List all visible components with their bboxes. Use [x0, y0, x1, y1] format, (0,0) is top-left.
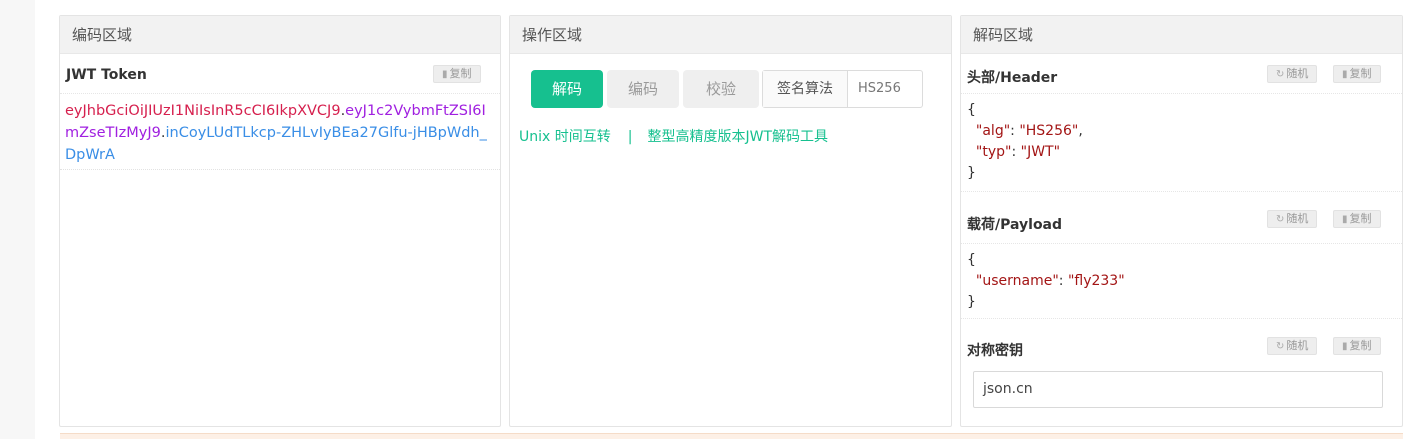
encode-panel-title: 编码区域 [60, 16, 500, 54]
random-header-button[interactable]: ↻ 随机 [1267, 65, 1318, 83]
copy-header-label: 复制 [1349, 67, 1372, 80]
random-header-label: 随机 [1286, 67, 1309, 80]
clipboard-icon: ▮ [1342, 214, 1348, 225]
jwt-token-input[interactable]: eyJhbGciOiJIUzI1NiIsInR5cCI6IkpXVCJ9.eyJ… [60, 94, 500, 170]
payload-label: 载荷/Payload [967, 217, 1063, 233]
verify-button[interactable]: 校验 [683, 70, 759, 108]
username-value: "fly233" [1067, 273, 1125, 289]
header-json-open: { [967, 102, 976, 118]
refresh-icon: ↻ [1276, 69, 1285, 80]
typ-value: "JWT" [1020, 144, 1061, 160]
header-json-close: } [967, 165, 976, 181]
header-json-typ: "typ": "JWT" [975, 144, 1061, 160]
random-payload-button[interactable]: ↻ 随机 [1267, 210, 1318, 228]
link-separator: | [627, 129, 633, 145]
copy-payload-label: 复制 [1349, 212, 1372, 225]
operation-panel-title: 操作区域 [510, 16, 951, 54]
jwt-token-header: JWT Token ▮ 复制 [60, 54, 500, 94]
unix-time-link[interactable]: Unix 时间互转 [519, 129, 611, 145]
algorithm-selector[interactable]: 签名算法 HS256 [762, 70, 923, 108]
copy-token-button[interactable]: ▮ 复制 [433, 65, 481, 83]
algorithm-label: 签名算法 [763, 71, 848, 107]
header-section-head: 头部/Header ↻ 随机 ▮ 复制 [961, 54, 1402, 94]
token-header-segment: eyJhbGciOiJIUzI1NiIsInR5cCI6IkpXVCJ9 [65, 103, 341, 119]
payload-json-close: } [967, 294, 976, 310]
copy-header-button[interactable]: ▮ 复制 [1333, 65, 1381, 83]
bottom-notice-bar [60, 433, 1403, 439]
algorithm-value[interactable]: HS256 [858, 71, 901, 107]
payload-json-open: { [967, 252, 976, 268]
typ-key: "typ" [975, 144, 1012, 160]
clipboard-icon: ▮ [1342, 341, 1348, 352]
secret-section-head: 对称密钥 ↻ 随机 ▮ 复制 [961, 319, 1402, 369]
copy-secret-label: 复制 [1349, 339, 1372, 352]
random-payload-label: 随机 [1286, 212, 1309, 225]
encode-panel: 编码区域 JWT Token ▮ 复制 eyJhbGciOiJIUzI1NiIsI… [59, 15, 501, 427]
page-left-strip [0, 0, 35, 439]
copy-token-label: 复制 [449, 67, 472, 80]
refresh-icon: ↻ [1276, 214, 1285, 225]
refresh-icon: ↻ [1276, 341, 1285, 352]
decode-panel-title: 解码区域 [961, 16, 1402, 54]
copy-payload-button[interactable]: ▮ 复制 [1333, 210, 1381, 228]
clipboard-icon: ▮ [442, 69, 448, 80]
payload-json-editor[interactable]: { "username": "fly233" } [961, 244, 1402, 319]
payload-json-username: "username": "fly233" [975, 273, 1125, 289]
decode-panel: 解码区域 头部/Header ↻ 随机 ▮ 复制 { "alg": "HS256",… [960, 15, 1403, 427]
secret-label: 对称密钥 [967, 343, 1023, 359]
encode-button[interactable]: 编码 [607, 70, 679, 108]
alg-value: "HS256" [1019, 123, 1079, 139]
payload-section-head: 载荷/Payload ↻ 随机 ▮ 复制 [961, 192, 1402, 244]
alg-key: "alg" [975, 123, 1011, 139]
jwt-token-label: JWT Token [66, 67, 147, 83]
clipboard-icon: ▮ [1342, 69, 1348, 80]
random-secret-button[interactable]: ↻ 随机 [1267, 337, 1318, 355]
header-json-alg: "alg": "HS256", [975, 123, 1083, 139]
secret-key-input[interactable]: json.cn [973, 371, 1383, 408]
header-label: 头部/Header [967, 70, 1058, 86]
high-precision-link[interactable]: 整型高精度版本JWT解码工具 [647, 129, 828, 145]
tool-links: Unix 时间互转 | 整型高精度版本JWT解码工具 [519, 126, 828, 146]
operation-panel: 操作区域 解码 编码 校验 签名算法 HS256 Unix 时间互转 | 整型高精度… [509, 15, 952, 427]
decode-button[interactable]: 解码 [531, 70, 603, 108]
random-secret-label: 随机 [1286, 339, 1309, 352]
username-key: "username" [975, 273, 1059, 289]
copy-secret-button[interactable]: ▮ 复制 [1333, 337, 1381, 355]
header-json-editor[interactable]: { "alg": "HS256", "typ": "JWT" } [961, 94, 1402, 192]
